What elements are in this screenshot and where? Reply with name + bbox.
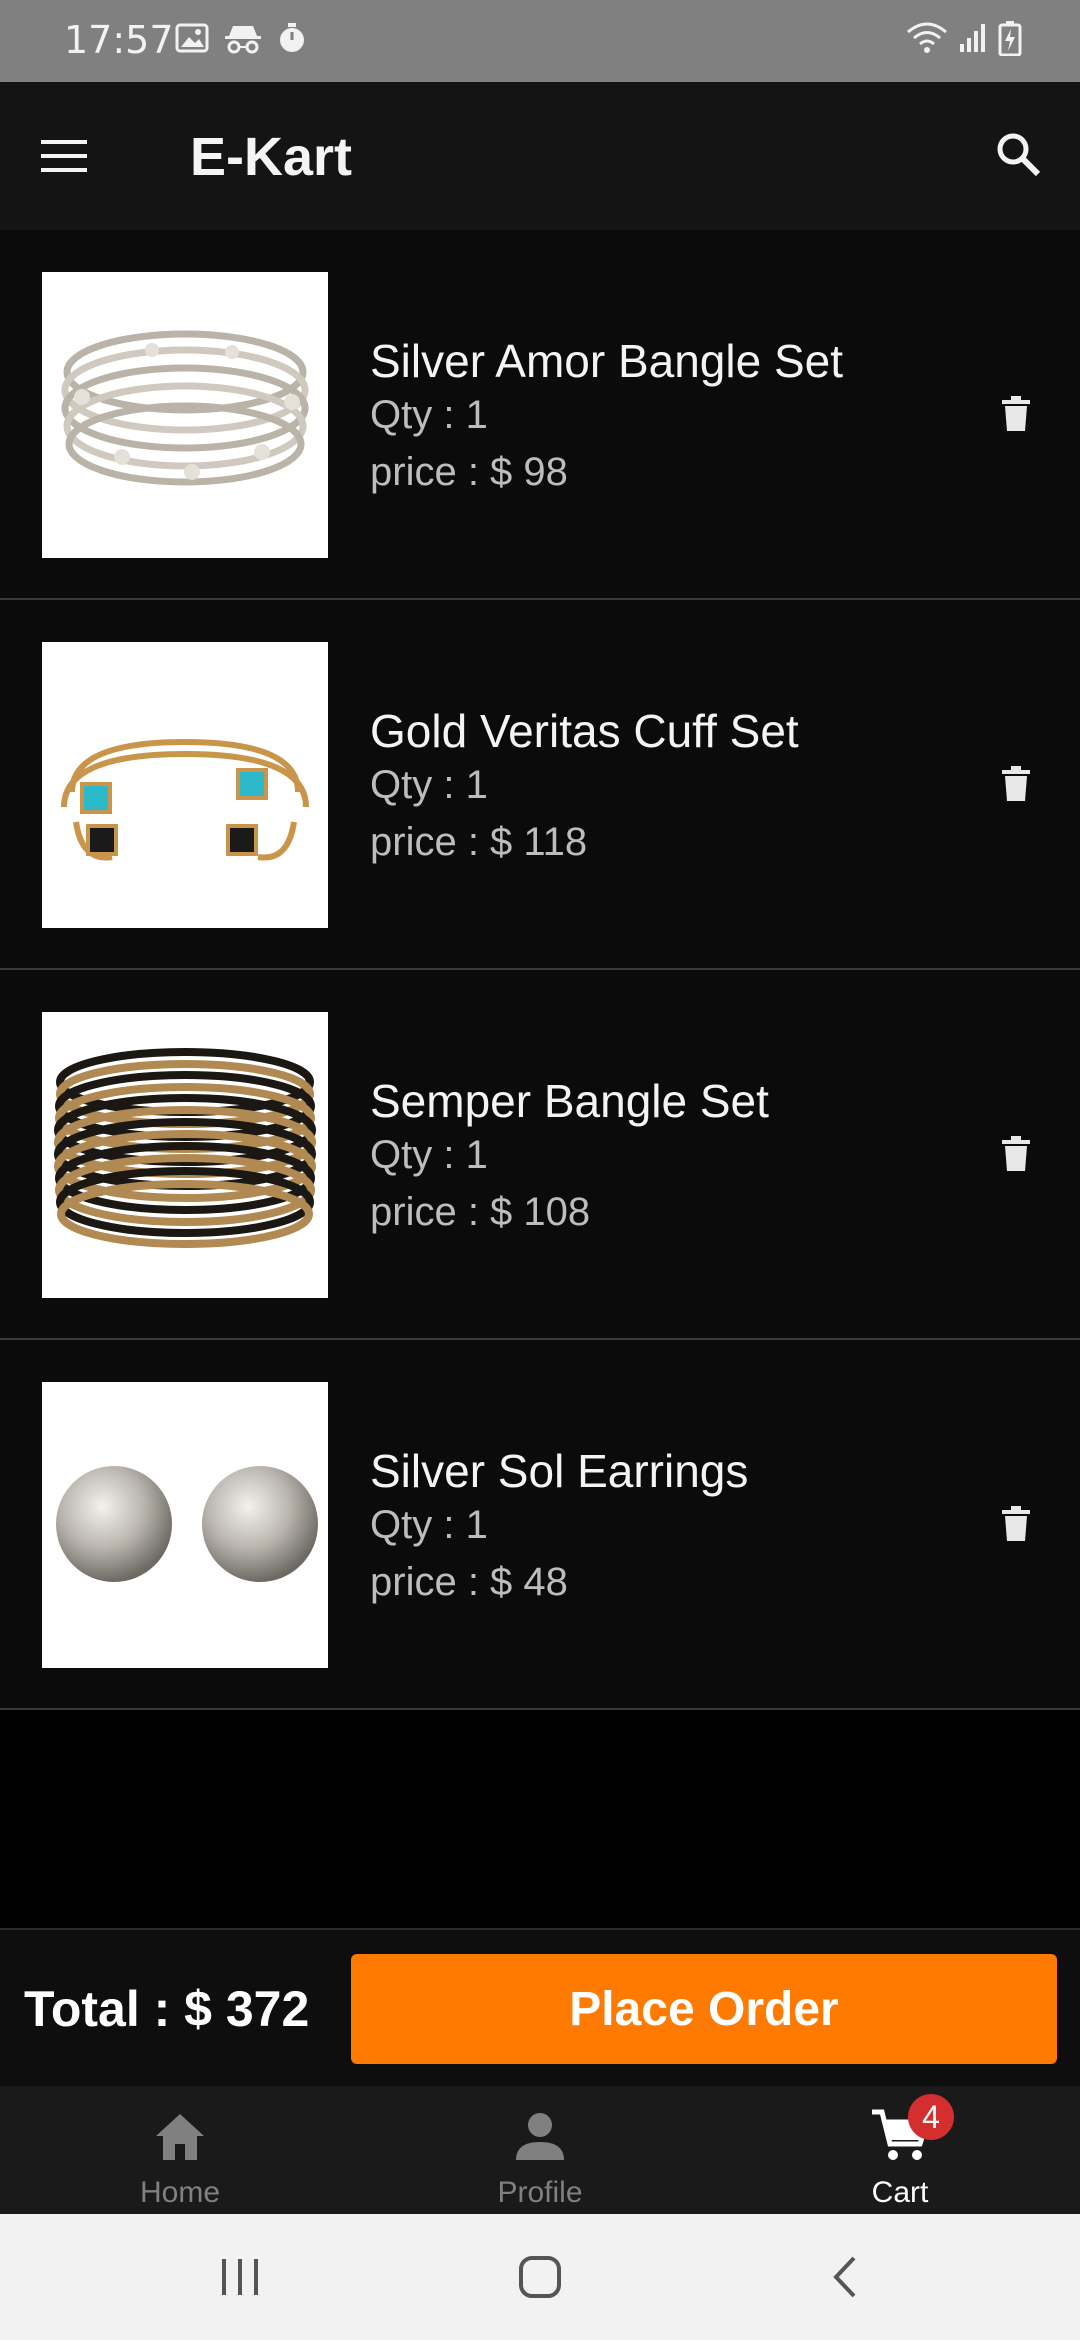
status-left-icons bbox=[175, 22, 307, 59]
cart-badge: 4 bbox=[908, 2094, 954, 2140]
home-icon bbox=[150, 2106, 210, 2166]
app-bar: E-Kart bbox=[0, 82, 1080, 230]
order-total: Total : $ 372 bbox=[24, 1981, 310, 2037]
nav-item-profile[interactable]: Profile bbox=[360, 2086, 720, 2214]
timer-icon bbox=[277, 22, 307, 59]
place-order-button[interactable]: Place Order bbox=[351, 1954, 1057, 2064]
signal-icon bbox=[958, 22, 988, 59]
cart-item[interactable]: Gold Veritas Cuff Set Qty : 1 price : $ … bbox=[0, 600, 1080, 970]
order-bar: Total : $ 372 Place Order bbox=[0, 1928, 1080, 2086]
back-icon[interactable] bbox=[814, 2252, 874, 2302]
delete-icon[interactable] bbox=[990, 1126, 1042, 1182]
recent-apps-icon[interactable] bbox=[210, 2252, 270, 2302]
image-icon bbox=[175, 22, 209, 59]
search-icon[interactable] bbox=[986, 122, 1050, 186]
battery-charging-icon bbox=[998, 20, 1022, 61]
delete-icon[interactable] bbox=[990, 1496, 1042, 1552]
cart-item[interactable]: Semper Bangle Set Qty : 1 price : $ 108 bbox=[0, 970, 1080, 1340]
item-name: Silver Sol Earrings bbox=[370, 1445, 749, 1497]
nav-item-cart[interactable]: 4 Cart bbox=[720, 2086, 1080, 2214]
cart-item[interactable]: Silver Sol Earrings Qty : 1 price : $ 48 bbox=[0, 1340, 1080, 1710]
item-price: price : $ 108 bbox=[370, 1190, 591, 1234]
cart-item[interactable]: Silver Amor Bangle Set Qty : 1 price : $… bbox=[0, 230, 1080, 600]
item-qty: Qty : 1 bbox=[370, 763, 488, 807]
product-image-gold-cuffs bbox=[42, 642, 328, 928]
nav-label-cart: Cart bbox=[871, 2176, 929, 2209]
nav-item-home[interactable]: Home bbox=[0, 2086, 360, 2214]
wifi-icon bbox=[906, 21, 948, 60]
profile-icon bbox=[510, 2106, 570, 2166]
hamburger-menu-icon[interactable] bbox=[34, 126, 94, 186]
nav-label-home: Home bbox=[139, 2176, 221, 2209]
system-nav bbox=[0, 2214, 1080, 2340]
delete-icon[interactable] bbox=[990, 386, 1042, 442]
status-bar: 17:57 bbox=[0, 0, 1080, 82]
item-name: Silver Amor Bangle Set bbox=[370, 335, 844, 387]
home-button-icon[interactable] bbox=[510, 2252, 570, 2302]
delete-icon[interactable] bbox=[990, 756, 1042, 812]
item-qty: Qty : 1 bbox=[370, 1503, 488, 1547]
item-qty: Qty : 1 bbox=[370, 393, 488, 437]
nav-label-profile: Profile bbox=[497, 2176, 583, 2209]
item-price: price : $ 118 bbox=[370, 820, 588, 864]
status-right-icons bbox=[906, 20, 1022, 61]
app-title: E-Kart bbox=[190, 127, 353, 187]
item-price: price : $ 98 bbox=[370, 450, 568, 494]
item-name: Gold Veritas Cuff Set bbox=[370, 705, 799, 757]
cart-list: Silver Amor Bangle Set Qty : 1 price : $… bbox=[0, 230, 1080, 1710]
product-image-silver-bangles bbox=[42, 272, 328, 558]
item-price: price : $ 48 bbox=[370, 1560, 568, 1604]
bottom-nav: Home Profile 4 Cart bbox=[0, 2086, 1080, 2214]
item-name: Semper Bangle Set bbox=[370, 1075, 769, 1127]
status-time: 17:57 bbox=[64, 18, 174, 62]
item-qty: Qty : 1 bbox=[370, 1133, 488, 1177]
incognito-icon bbox=[223, 22, 263, 59]
product-image-black-gold-bangles bbox=[42, 1012, 328, 1298]
product-image-silver-earrings bbox=[42, 1382, 328, 1668]
